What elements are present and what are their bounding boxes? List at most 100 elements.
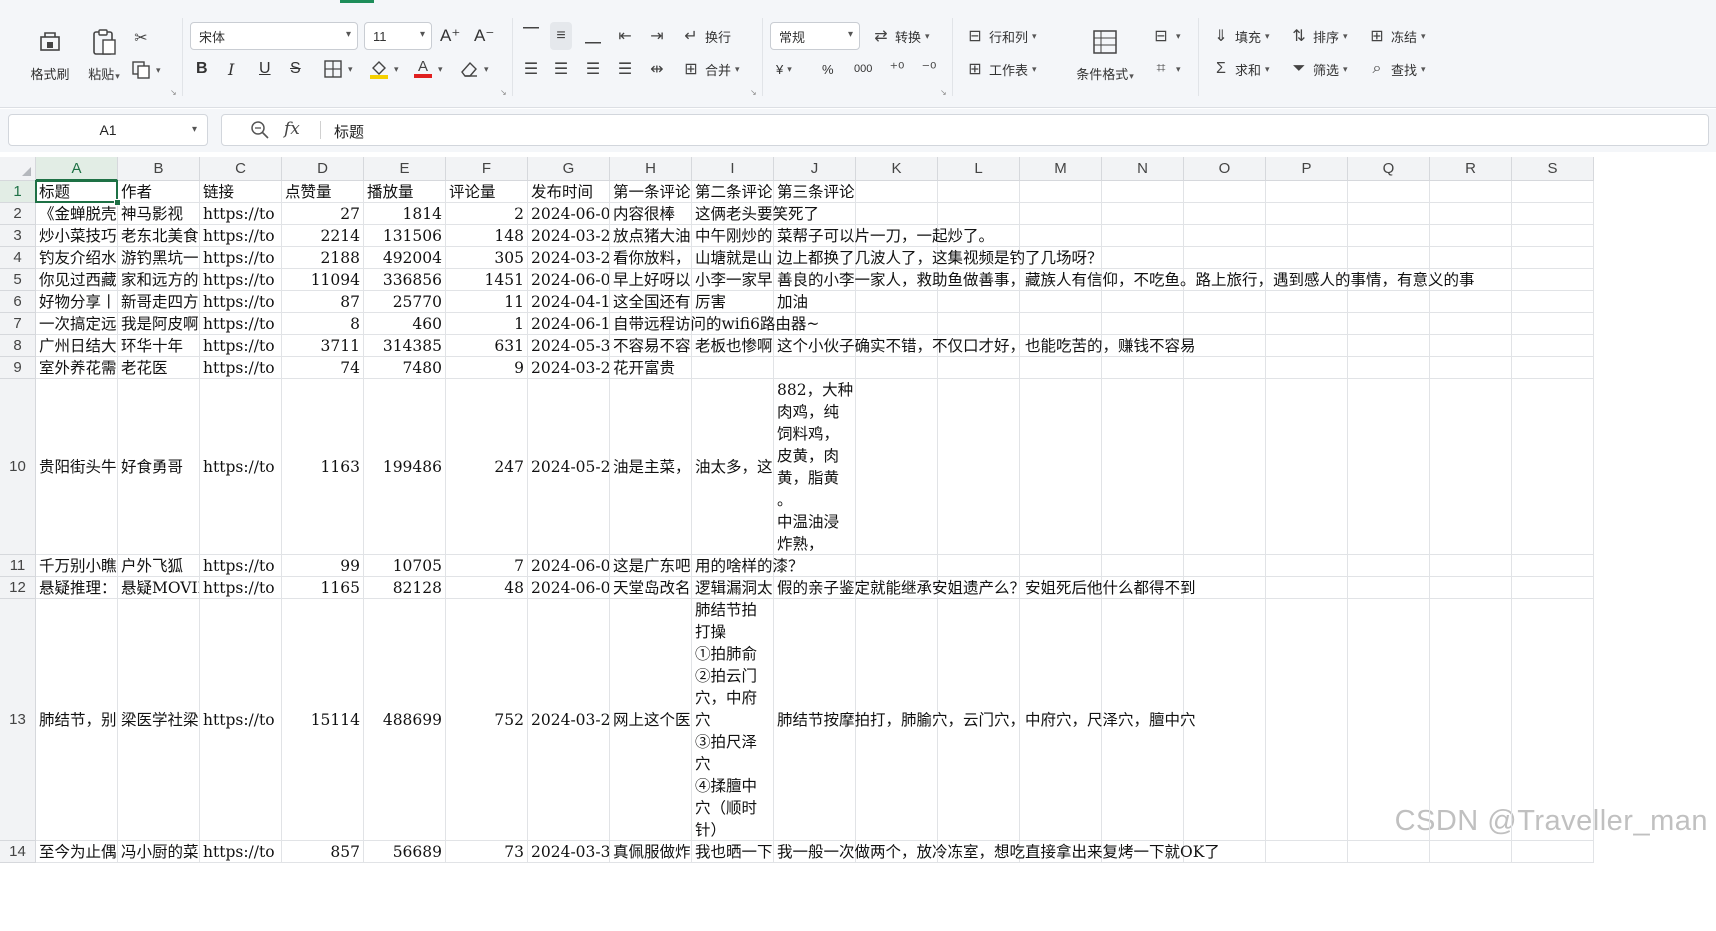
cell-a13[interactable]: 肺结节，别 [36, 599, 118, 841]
cell-j8[interactable]: 这个小伙子确实不错，不仅口才好，也能吃苦的，赚钱不容易 [774, 335, 1196, 357]
cell-c13[interactable]: https://to [200, 599, 282, 841]
cell-g11[interactable]: 2024-06-06 [528, 555, 610, 577]
cell-b10[interactable]: 好食勇哥 [118, 379, 200, 555]
cell-h11[interactable]: 这是广东吧 [610, 555, 692, 577]
cell-a14[interactable]: 至今为止偶 [36, 841, 118, 863]
distribute-button[interactable]: ⇹ [646, 55, 668, 83]
column-header-l[interactable]: L [938, 157, 1020, 181]
cell-p12[interactable] [1266, 577, 1348, 599]
cell-r11[interactable] [1430, 555, 1512, 577]
cell-q1[interactable] [1348, 181, 1430, 203]
cell-s5[interactable] [1512, 269, 1594, 291]
cell-d3[interactable]: 2214 [282, 225, 364, 247]
column-header-p[interactable]: P [1266, 157, 1348, 181]
cell-c7[interactable]: https://to [200, 313, 282, 335]
cell-g12[interactable]: 2024-06-06 [528, 577, 610, 599]
cell-d2[interactable]: 27 [282, 203, 364, 225]
cell-e14[interactable]: 56689 [364, 841, 446, 863]
cell-p1[interactable] [1266, 181, 1348, 203]
cell-h9[interactable]: 花开富贵 [610, 357, 692, 379]
row-header-14[interactable]: 14 [0, 841, 36, 863]
merge-button[interactable]: ⊞ 合并 ▾ [680, 55, 739, 83]
cell-n6[interactable] [1102, 291, 1184, 313]
cell-o7[interactable] [1184, 313, 1266, 335]
cell-h10[interactable]: 油是主菜， [610, 379, 692, 555]
cell-s2[interactable] [1512, 203, 1594, 225]
cell-c5[interactable]: https://to [200, 269, 282, 291]
decrease-indent-button[interactable]: ⇤ [614, 22, 636, 50]
cell-d8[interactable]: 3711 [282, 335, 364, 357]
cell-g3[interactable]: 2024-03-27 [528, 225, 610, 247]
cell-o9[interactable] [1184, 357, 1266, 379]
cell-n3[interactable] [1102, 225, 1184, 247]
underline-button[interactable]: U [259, 55, 271, 83]
cell-e4[interactable]: 492004 [364, 247, 446, 269]
cell-h2[interactable]: 内容很棒 [610, 203, 692, 225]
row-header-3[interactable]: 3 [0, 225, 36, 247]
cell-k9[interactable] [856, 357, 938, 379]
row-header-10[interactable]: 10 [0, 379, 36, 555]
cell-p3[interactable] [1266, 225, 1348, 247]
cell-q4[interactable] [1348, 247, 1430, 269]
column-header-j[interactable]: J [774, 157, 856, 181]
column-header-n[interactable]: N [1102, 157, 1184, 181]
cell-c6[interactable]: https://to [200, 291, 282, 313]
formula-input[interactable]: fx 标题 [221, 114, 1709, 146]
cell-a1[interactable]: 标题 [36, 181, 118, 203]
copy-button[interactable]: ▾ [130, 56, 161, 84]
cell-h6[interactable]: 这全国还有 [610, 291, 692, 313]
select-all-corner[interactable] [0, 157, 36, 181]
cell-k10[interactable] [856, 379, 938, 555]
cell-o4[interactable] [1184, 247, 1266, 269]
cell-a5[interactable]: 你见过西藏 [36, 269, 118, 291]
cell-g4[interactable]: 2024-03-27 [528, 247, 610, 269]
clear-format-button[interactable]: ▾ [458, 55, 489, 83]
cell-b14[interactable]: 冯小厨的菜 [118, 841, 200, 863]
cell-r10[interactable] [1430, 379, 1512, 555]
cell-c10[interactable]: https://to [200, 379, 282, 555]
cell-o10[interactable] [1184, 379, 1266, 555]
cell-g7[interactable]: 2024-06-10 [528, 313, 610, 335]
row-header-7[interactable]: 7 [0, 313, 36, 335]
cell-f13[interactable]: 752 [446, 599, 528, 841]
percent-button[interactable]: % [822, 55, 834, 83]
cell-r9[interactable] [1430, 357, 1512, 379]
cell-e10[interactable]: 199486 [364, 379, 446, 555]
cell-l11[interactable] [938, 555, 1020, 577]
cell-b13[interactable]: 梁医学社梁 [118, 599, 200, 841]
cell-f2[interactable]: 2 [446, 203, 528, 225]
cell-d7[interactable]: 8 [282, 313, 364, 335]
cell-b1[interactable]: 作者 [118, 181, 200, 203]
row-header-4[interactable]: 4 [0, 247, 36, 269]
cell-q6[interactable] [1348, 291, 1430, 313]
format-painter-button[interactable]: 格式刷 [24, 22, 76, 94]
cell-c9[interactable]: https://to [200, 357, 282, 379]
cell-h12[interactable]: 天堂岛改名 [610, 577, 692, 599]
cell-n1[interactable] [1102, 181, 1184, 203]
cell-m9[interactable] [1020, 357, 1102, 379]
cell-l2[interactable] [938, 203, 1020, 225]
dialog-launcher-icon[interactable]: ↘ [940, 88, 947, 97]
decrease-decimal-button[interactable]: ⁻⁰ [918, 55, 940, 83]
cell-f1[interactable]: 评论量 [446, 181, 528, 203]
currency-button[interactable]: ¥ ▾ [776, 55, 792, 83]
sort-button[interactable]: ⇅ 排序 ▾ [1288, 22, 1347, 50]
cell-g8[interactable]: 2024-05-30 [528, 335, 610, 357]
cell-h8[interactable]: 不容易不容 [610, 335, 692, 357]
strikethrough-button[interactable]: S [290, 55, 301, 83]
crop-button[interactable]: ⌗ ▾ [1150, 55, 1180, 83]
find-button[interactable]: ⌕ 查找 ▾ [1366, 55, 1426, 83]
cell-a4[interactable]: 钓友介绍水 [36, 247, 118, 269]
cell-j9[interactable] [774, 357, 856, 379]
cell-m10[interactable] [1020, 379, 1102, 555]
column-header-g[interactable]: G [528, 157, 610, 181]
cell-r8[interactable] [1430, 335, 1512, 357]
bold-button[interactable]: B [196, 55, 208, 83]
cell-g1[interactable]: 发布时间 [528, 181, 610, 203]
cell-o6[interactable] [1184, 291, 1266, 313]
cell-r3[interactable] [1430, 225, 1512, 247]
cell-e13[interactable]: 488699 [364, 599, 446, 841]
cell-s14[interactable] [1512, 841, 1594, 863]
column-header-i[interactable]: I [692, 157, 774, 181]
cell-style-button[interactable]: ⊟ ▾ [1150, 22, 1180, 50]
